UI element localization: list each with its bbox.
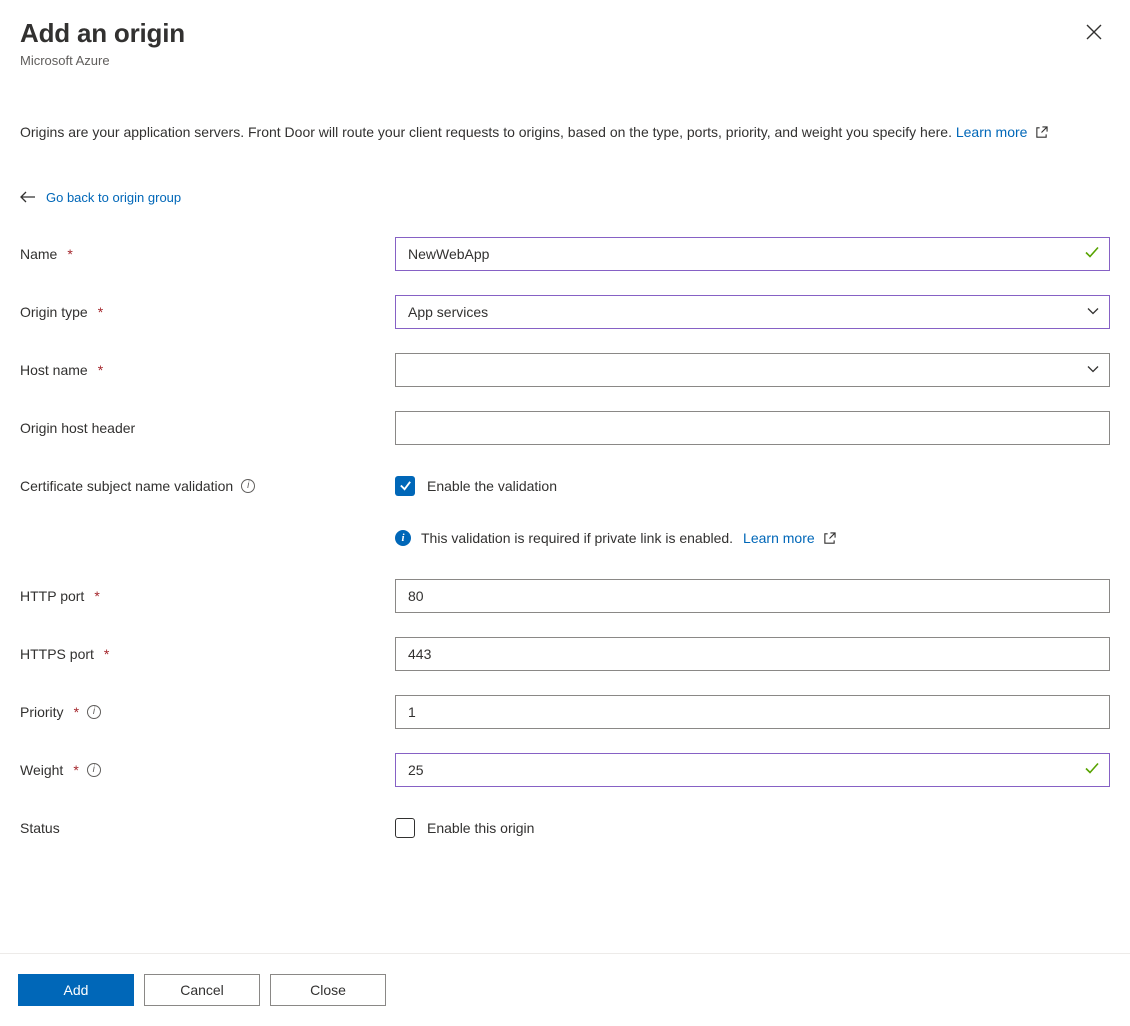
http-port-label: HTTP port: [20, 588, 84, 604]
required-marker: *: [94, 588, 99, 604]
required-marker: *: [74, 704, 79, 720]
name-label: Name: [20, 246, 57, 262]
https-port-input[interactable]: [395, 637, 1110, 671]
weight-label: Weight: [20, 762, 63, 778]
add-button[interactable]: Add: [18, 974, 134, 1006]
https-port-label: HTTPS port: [20, 646, 94, 662]
origin-type-label: Origin type: [20, 304, 88, 320]
required-marker: *: [67, 246, 72, 262]
external-link-icon: [823, 532, 836, 545]
info-icon[interactable]: i: [87, 705, 101, 719]
panel-subtitle: Microsoft Azure: [20, 53, 1110, 68]
go-back-link[interactable]: Go back to origin group: [46, 190, 181, 205]
validation-learn-more-link[interactable]: Learn more: [743, 530, 835, 546]
priority-input[interactable]: [395, 695, 1110, 729]
weight-input[interactable]: [395, 753, 1110, 787]
info-icon[interactable]: i: [87, 763, 101, 777]
name-input[interactable]: [395, 237, 1110, 271]
cancel-button[interactable]: Cancel: [144, 974, 260, 1006]
check-icon: [399, 479, 412, 492]
close-icon[interactable]: [1086, 24, 1102, 40]
required-marker: *: [98, 304, 103, 320]
priority-label: Priority: [20, 704, 64, 720]
validation-info-text: This validation is required if private l…: [421, 530, 733, 546]
arrow-left-icon: [20, 191, 36, 203]
origin-host-header-input[interactable]: [395, 411, 1110, 445]
enable-origin-label: Enable this origin: [427, 820, 534, 836]
origin-host-header-label: Origin host header: [20, 420, 135, 436]
learn-more-link[interactable]: Learn more: [956, 124, 1048, 140]
required-marker: *: [104, 646, 109, 662]
external-link-icon: [1035, 126, 1048, 139]
http-port-input[interactable]: [395, 579, 1110, 613]
origin-type-select[interactable]: [395, 295, 1110, 329]
description: Origins are your application servers. Fr…: [20, 120, 1110, 146]
status-label: Status: [20, 820, 60, 836]
host-name-label: Host name: [20, 362, 88, 378]
cert-validation-label: Certificate subject name validation: [20, 478, 233, 494]
info-badge-icon: i: [395, 530, 411, 546]
close-button[interactable]: Close: [270, 974, 386, 1006]
enable-origin-checkbox[interactable]: [395, 818, 415, 838]
panel-title: Add an origin: [20, 18, 1110, 49]
required-marker: *: [98, 362, 103, 378]
enable-validation-label: Enable the validation: [427, 478, 557, 494]
info-icon[interactable]: i: [241, 479, 255, 493]
enable-validation-checkbox[interactable]: [395, 476, 415, 496]
required-marker: *: [73, 762, 78, 778]
description-text: Origins are your application servers. Fr…: [20, 124, 956, 140]
host-name-select[interactable]: [395, 353, 1110, 387]
